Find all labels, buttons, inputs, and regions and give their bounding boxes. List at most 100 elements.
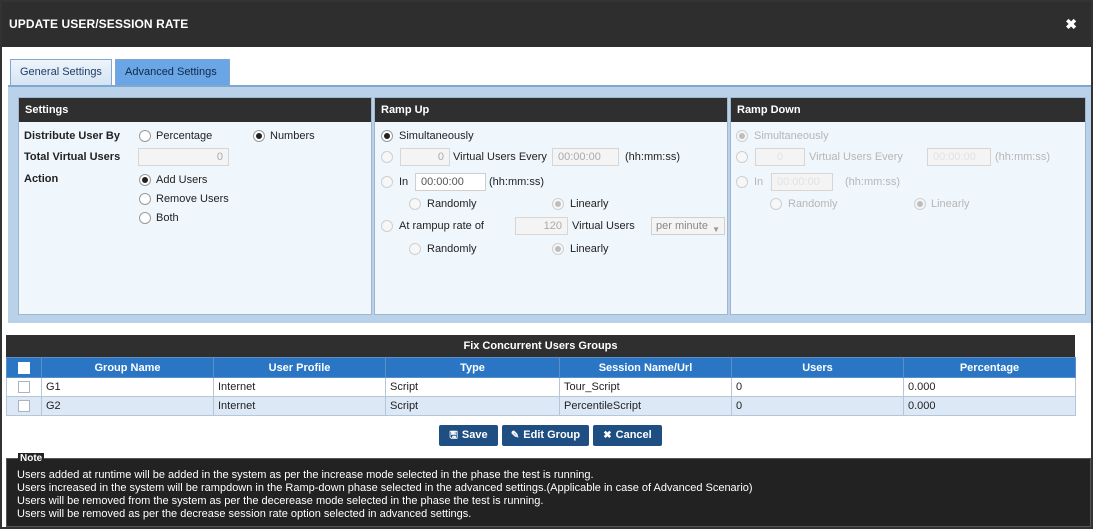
rampdown-randomly-label: Randomly (788, 198, 838, 210)
rampup-rate-label: At rampup rate of (399, 220, 484, 232)
percentage-label: Percentage (156, 130, 213, 142)
note-line: Users will be removed from the system as… (17, 495, 544, 507)
both-radio[interactable] (139, 212, 151, 224)
save-button[interactable]: 🖫 Save (439, 425, 498, 446)
floppy-disk-icon: 🖫 (449, 430, 458, 441)
rampup-rate-unit: Virtual Users (572, 220, 635, 232)
remove-users-label: Remove Users (156, 193, 229, 205)
rampdown-users-every-radio[interactable] (736, 151, 748, 163)
cell-percentage: 0.000 (903, 377, 1076, 397)
note-line: Users will be removed as per the decreas… (17, 508, 472, 520)
column-header-users[interactable]: Users (731, 357, 904, 378)
row-select-cell (6, 377, 42, 397)
row-checkbox[interactable] (18, 400, 30, 413)
numbers-radio[interactable] (253, 130, 265, 142)
rampup-rate-input[interactable]: 120 (515, 217, 568, 235)
rampup-in-randomly-radio[interactable] (409, 198, 421, 210)
rampdown-in-format: (hh:mm:ss) (845, 176, 900, 188)
cell-users: 0 (731, 377, 904, 397)
cell-user-profile: Internet (213, 377, 386, 397)
numbers-label: Numbers (270, 130, 315, 142)
select-all-checkbox[interactable] (18, 361, 30, 374)
note-line: Users increased in the system will be ra… (17, 482, 753, 494)
row-select-cell (6, 396, 42, 416)
rampup-rate-radio[interactable] (381, 220, 393, 232)
rampup-in-linearly-label: Linearly (570, 198, 609, 210)
cell-session-name: Tour_Script (559, 377, 732, 397)
update-user-session-rate-dialog: UPDATE USER/SESSION RATE ✖ General Setti… (0, 0, 1093, 529)
column-header-user-profile[interactable]: User Profile (213, 357, 386, 378)
tab-general-settings[interactable]: General Settings (10, 59, 112, 85)
settings-header: Settings (19, 98, 371, 122)
rampdown-linearly-radio[interactable] (914, 198, 926, 210)
tab-advanced-settings[interactable]: Advanced Settings (115, 59, 230, 85)
distribute-user-by-label: Distribute User By (24, 130, 120, 142)
edit-icon: ✎ (510, 430, 520, 441)
cell-group-name: G1 (41, 377, 214, 397)
cell-user-profile: Internet (213, 396, 386, 416)
rampup-in-radio[interactable] (381, 176, 393, 188)
total-virtual-users-label: Total Virtual Users (24, 151, 121, 163)
rampup-users-input[interactable]: 0 (400, 148, 450, 166)
rampdown-simultaneously-radio[interactable] (736, 130, 748, 142)
table-row[interactable]: G1 Internet Script Tour_Script 0 0.000 (6, 377, 1076, 397)
cancel-button[interactable]: ✖ Cancel (593, 425, 662, 446)
rampdown-users-every-label: Virtual Users Every (809, 151, 903, 163)
note-line: Users added at runtime will be added in … (17, 469, 594, 481)
rampup-in-randomly-label: Randomly (427, 198, 477, 210)
rampup-rate-linearly-radio[interactable] (552, 243, 564, 255)
rampdown-in-label: In (754, 176, 764, 188)
rampup-in-format: (hh:mm:ss) (489, 176, 544, 188)
cell-type: Script (385, 377, 560, 397)
close-icon: ✖ (603, 430, 612, 441)
rampup-rate-randomly-label: Randomly (427, 243, 477, 255)
cell-group-name: G2 (41, 396, 214, 416)
rampup-in-linearly-radio[interactable] (552, 198, 564, 210)
rampup-rate-linearly-label: Linearly (570, 243, 609, 255)
rampup-in-time-input[interactable]: 00:00:00 (415, 173, 486, 191)
rampup-interval-format: (hh:mm:ss) (625, 151, 680, 163)
rampdown-linearly-label: Linearly (931, 198, 970, 210)
column-header-type[interactable]: Type (385, 357, 560, 378)
rampup-in-label: In (399, 176, 409, 188)
rampdown-interval-format: (hh:mm:ss) (995, 151, 1050, 163)
rampdown-in-radio[interactable] (736, 176, 748, 188)
cell-users: 0 (731, 396, 904, 416)
rampup-users-every-radio[interactable] (381, 151, 393, 163)
total-virtual-users-input[interactable]: 0 (138, 148, 229, 166)
remove-users-radio[interactable] (139, 193, 151, 205)
edit-group-button[interactable]: ✎ Edit Group (502, 425, 589, 446)
rampdown-randomly-radio[interactable] (770, 198, 782, 210)
table-row[interactable]: G2 Internet Script PercentileScript 0 0.… (6, 396, 1076, 416)
column-header-group-name[interactable]: Group Name (41, 357, 214, 378)
select-all-cell (6, 357, 42, 378)
advanced-settings-panel: Settings Distribute User By Percentage N… (8, 85, 1091, 323)
both-label: Both (156, 212, 179, 224)
rampup-rate-period-value: per minute (656, 220, 708, 232)
percentage-radio[interactable] (139, 130, 151, 142)
rampdown-simultaneously-label: Simultaneously (754, 130, 829, 142)
chevron-down-icon: ▼ (712, 225, 720, 234)
column-header-session-name[interactable]: Session Name/Url (559, 357, 732, 378)
close-icon[interactable]: ✖ (1065, 16, 1077, 33)
row-checkbox[interactable] (18, 381, 30, 394)
rampdown-interval-input[interactable]: 00:00:00 (927, 148, 991, 166)
rampup-interval-input[interactable]: 00:00:00 (552, 148, 619, 166)
fix-concurrent-users-groups-title: Fix Concurrent Users Groups (6, 335, 1075, 357)
settings-panel: Settings Distribute User By Percentage N… (18, 97, 372, 315)
cell-session-name: PercentileScript (559, 396, 732, 416)
groups-table: Group Name User Profile Type Session Nam… (6, 357, 1076, 416)
ramp-up-header: Ramp Up (375, 98, 727, 122)
rampdown-in-time-input[interactable]: 00:00:00 (771, 173, 833, 191)
column-header-percentage[interactable]: Percentage (903, 357, 1076, 378)
rampup-rate-period-select[interactable]: per minute ▼ (651, 217, 725, 235)
rampup-simultaneously-radio[interactable] (381, 130, 393, 142)
rampup-rate-randomly-radio[interactable] (409, 243, 421, 255)
cell-percentage: 0.000 (903, 396, 1076, 416)
note-box: Note Users added at runtime will be adde… (6, 453, 1091, 527)
dialog-title: UPDATE USER/SESSION RATE (9, 17, 189, 31)
note-legend: Note (18, 453, 45, 464)
rampdown-users-input[interactable]: 0 (755, 148, 805, 166)
add-users-radio[interactable] (139, 174, 151, 186)
rampup-simultaneously-label: Simultaneously (399, 130, 474, 142)
